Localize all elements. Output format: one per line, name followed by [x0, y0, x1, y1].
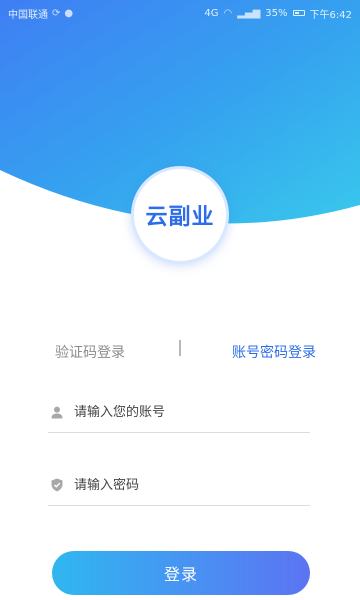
wechat-icon: ● — [64, 7, 74, 19]
tab-password-login[interactable]: 账号密码登录 — [232, 342, 316, 362]
battery-icon — [292, 10, 305, 16]
network-label: 4G — [204, 7, 219, 19]
password-input[interactable] — [74, 477, 294, 493]
battery-label: 35% — [265, 7, 288, 19]
tab-sms-login[interactable]: 验证码登录 — [55, 342, 125, 362]
app-logo-text: 云副业 — [145, 205, 215, 230]
login-tabs: 验证码登录 账号密码登录 — [0, 338, 360, 366]
login-button[interactable]: 登录 — [52, 551, 310, 595]
time-label: 下午6:42 — [309, 9, 352, 21]
carrier-label: 中国联通 — [8, 9, 48, 21]
user-icon — [50, 405, 64, 419]
shield-icon — [50, 478, 64, 492]
account-input[interactable] — [74, 404, 294, 420]
app-logo: 云副业 — [131, 166, 229, 264]
password-field — [48, 465, 310, 506]
wifi-icon: ◠ — [223, 7, 233, 19]
signal-icon: ▂▄▆ — [237, 7, 261, 19]
status-bar: 中国联通 ⟳ ● 4G ◠ ▂▄▆ 35% 下午6:42 — [0, 0, 360, 26]
account-field — [48, 392, 310, 433]
sync-icon: ⟳ — [52, 7, 61, 19]
tab-divider — [179, 340, 181, 356]
